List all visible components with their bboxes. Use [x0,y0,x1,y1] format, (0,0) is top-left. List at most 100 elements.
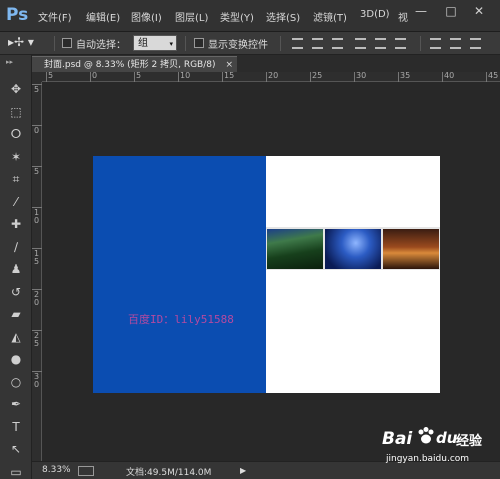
menu-filter[interactable]: 滤镜(T) [313,9,347,24]
show-transform-label: 显示变换控件 [208,40,268,51]
ruler-tick [486,72,487,82]
show-transform-checkbox[interactable] [194,38,204,48]
ruler-h-label: 10 [180,71,191,80]
align-vcenter-icon[interactable] [312,38,323,49]
ruler-h-label: 25 [312,71,323,80]
auto-select-value: 组 [138,38,148,49]
divider [185,36,186,51]
blur-tool-icon[interactable]: ● [8,352,24,366]
zoom-level[interactable]: 8.33% [42,465,71,475]
divider [280,36,281,51]
photo-garden [267,229,323,269]
distribute-top-icon[interactable] [430,38,441,49]
photo-strip[interactable] [266,227,440,270]
align-hcenter-icon[interactable] [375,38,386,49]
document-tab-title: 封面.psd @ 8.33% (矩形 2 拷贝, RGB/8) [44,60,216,70]
blue-rectangle-layer[interactable] [93,156,266,393]
menu-view[interactable]: 视 [398,9,408,24]
move-tool-preset-icon[interactable]: ▸✢ ▾ [8,35,34,49]
ruler-h-label: 30 [356,71,367,80]
move-tool-icon[interactable]: ✥ [8,82,24,96]
ruler-tick [46,72,47,82]
eyedropper-tool-icon[interactable]: ⁄ [8,195,24,209]
menu-image[interactable]: 图像(I) [131,9,162,24]
dodge-tool-icon[interactable]: ○ [8,375,24,389]
chevron-down-icon: ▾ [169,40,173,48]
ruler-h-label: 35 [400,71,411,80]
align-right-icon[interactable] [395,38,406,49]
ruler-tick [32,125,42,126]
ruler-h-label: 45 [488,71,499,80]
ruler-corner[interactable] [32,72,42,82]
auto-select-checkbox[interactable] [62,38,72,48]
distribute-vcenter-icon[interactable] [450,38,461,49]
horizontal-ruler[interactable]: 5 0 5 10 15 20 25 30 35 40 45 [42,72,500,82]
path-selection-tool-icon[interactable]: ↖ [8,442,24,456]
restore-button[interactable]: □ [444,4,458,18]
menu-file[interactable]: 文件(F) [38,9,72,24]
minimize-button[interactable]: — [414,4,428,18]
paint-bucket-tool-icon[interactable]: ◭ [8,330,24,344]
close-window-button[interactable]: ✕ [472,4,486,18]
ruler-tick [178,72,179,82]
ruler-v-label: 5 [34,167,40,176]
watermark-brand: Bai [382,429,413,449]
ruler-tick [32,84,42,85]
ruler-v-label: 5 [34,85,40,94]
menu-edit[interactable]: 编辑(E) [86,9,120,24]
align-top-icon[interactable] [292,38,303,49]
baidu-paw-icon [416,426,436,446]
panel-grip-icon[interactable]: ▸▸ [6,58,26,66]
document-info: 文档:49.5M/114.0M [126,468,212,478]
tools-panel: ▸▸ ✥ ⬚ ⵔ ✶ ⌗ ⁄ ✚ ∕ ♟ ↺ ▰ ◭ ● ○ ✒ T ↖ ▭ [0,55,32,479]
type-tool-icon[interactable]: T [8,420,24,434]
ruler-v-label: 0 [34,126,40,135]
menu-type[interactable]: 类型(Y) [220,9,254,24]
menu-select[interactable]: 选择(S) [266,9,300,24]
eraser-tool-icon[interactable]: ▰ [8,307,24,321]
ruler-h-label: 15 [224,71,235,80]
ruler-tick [442,72,443,82]
ruler-tick [32,330,42,331]
crop-tool-icon[interactable]: ⌗ [8,172,24,186]
canvas-text-layer[interactable]: 百度ID：lily51588 [128,311,234,327]
align-bottom-icon[interactable] [332,38,343,49]
document-canvas[interactable]: 百度ID：lily51588 [93,156,440,393]
pen-tool-icon[interactable]: ✒ [8,397,24,411]
magic-wand-tool-icon[interactable]: ✶ [8,150,24,164]
ruler-v-label: 3 0 [34,372,40,389]
ruler-tick [266,72,267,82]
ruler-tick [398,72,399,82]
baidu-jingyan-watermark: Bai du 经验 jingyan.baidu.com [380,424,498,476]
document-tab[interactable]: 封面.psd @ 8.33% (矩形 2 拷贝, RGB/8) × [32,56,237,72]
marquee-tool-icon[interactable]: ⬚ [8,105,24,119]
clone-stamp-tool-icon[interactable]: ♟ [8,262,24,276]
ruler-tick [32,289,42,290]
divider [420,36,421,51]
menu-layer[interactable]: 图层(L) [175,9,208,24]
align-left-icon[interactable] [355,38,366,49]
auto-select-label: 自动选择： [76,40,126,51]
watermark-brand2: du [436,429,458,447]
auto-select-dropdown[interactable]: 组 ▾ [133,35,177,51]
share-icon[interactable] [78,466,94,476]
status-menu-arrow-icon[interactable]: ▶ [240,466,246,475]
lasso-tool-icon[interactable]: ⵔ [8,127,24,141]
ruler-tick [32,248,42,249]
healing-brush-tool-icon[interactable]: ✚ [8,217,24,231]
ruler-tick [90,72,91,82]
document-tab-bar: 封面.psd @ 8.33% (矩形 2 拷贝, RGB/8) × [0,55,500,72]
ruler-v-label: 2 0 [34,290,40,307]
ruler-tick [134,72,135,82]
vertical-ruler[interactable]: 5 0 5 1 0 1 5 2 0 2 5 3 0 [32,82,42,462]
photo-interior [383,229,439,269]
ruler-tick [354,72,355,82]
ruler-h-label: 20 [268,71,279,80]
brush-tool-icon[interactable]: ∕ [8,240,24,254]
history-brush-tool-icon[interactable]: ↺ [8,285,24,299]
rectangle-tool-icon[interactable]: ▭ [8,465,24,479]
ruler-h-label: 40 [444,71,455,80]
options-bar: ▸✢ ▾ 自动选择： 组 ▾ 显示变换控件 [0,32,500,55]
menu-3d[interactable]: 3D(D) [360,9,390,20]
distribute-bottom-icon[interactable] [470,38,481,49]
